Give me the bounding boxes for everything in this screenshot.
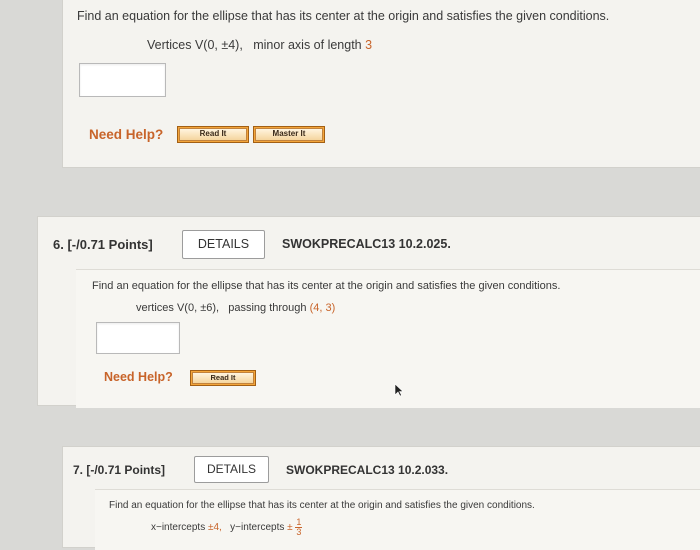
question-6-card: 6. [-/0.71 Points] DETAILS SWOKPRECALC13… bbox=[37, 216, 700, 408]
q6-number: 6. bbox=[53, 237, 64, 252]
q6-read-it-button[interactable]: Read It bbox=[190, 370, 256, 386]
q5-prompt: Find an equation for the ellipse that ha… bbox=[77, 9, 610, 23]
q5-conditions: Vertices V(0, ±4), minor axis of length … bbox=[147, 38, 372, 52]
q7-y-sign: ± bbox=[287, 522, 293, 534]
q6-body: Find an equation for the ellipse that ha… bbox=[76, 269, 700, 408]
q6-code: SWOKPRECALC13 10.2.025. bbox=[282, 237, 451, 251]
q5-vertices-value: V(0, ±4), bbox=[194, 38, 243, 52]
q5-minor-value: 3 bbox=[365, 38, 373, 52]
q7-header: 7. [-/0.71 Points] bbox=[73, 463, 165, 477]
q5-master-it-button[interactable]: Master It bbox=[253, 126, 325, 143]
q7-code: SWOKPRECALC13 10.2.033. bbox=[286, 463, 449, 477]
q5-vertices-label: Vertices bbox=[147, 38, 192, 52]
q5-master-it-label: Master It bbox=[255, 128, 323, 141]
q5-need-help: Need Help? bbox=[89, 127, 164, 142]
q5-answer-input[interactable] bbox=[79, 63, 166, 97]
q6-vertices-value: V(0, ±6), bbox=[176, 302, 220, 314]
question-5-card: Find an equation for the ellipse that ha… bbox=[62, 0, 700, 168]
question-7-card: 7. [-/0.71 Points] DETAILS SWOKPRECALC13… bbox=[62, 446, 700, 550]
q7-conditions: x−intercepts ±4, y−intercepts ± 1 3 bbox=[151, 518, 303, 537]
q6-read-it-label: Read It bbox=[192, 372, 254, 384]
q5-minor-label: minor axis of length bbox=[253, 38, 362, 52]
q6-points: [-/0.71 Points] bbox=[67, 237, 153, 252]
q7-points: [-/0.71 Points] bbox=[86, 463, 166, 477]
q7-x-label: x−intercepts bbox=[151, 522, 206, 534]
q6-passing-value: (4, 3) bbox=[309, 302, 336, 314]
q6-header: 6. [-/0.71 Points] bbox=[53, 237, 153, 252]
q7-body: Find an equation for the ellipse that ha… bbox=[95, 489, 700, 550]
q5-read-it-button[interactable]: Read It bbox=[177, 126, 249, 143]
q7-number: 7. bbox=[73, 463, 84, 477]
mouse-pointer-icon bbox=[394, 383, 404, 397]
q7-x-value: ±4, bbox=[207, 522, 222, 534]
q7-y-label: y−intercepts bbox=[230, 522, 285, 534]
q7-details-button[interactable]: DETAILS bbox=[194, 456, 269, 483]
q6-prompt: Find an equation for the ellipse that ha… bbox=[92, 280, 561, 292]
q6-vertices-label: vertices bbox=[136, 302, 174, 314]
q6-answer-input[interactable] bbox=[96, 322, 180, 354]
q6-need-help: Need Help? bbox=[104, 370, 173, 384]
q6-conditions: vertices V(0, ±6), passing through (4, 3… bbox=[136, 302, 335, 314]
q7-y-fraction: 1 3 bbox=[295, 518, 303, 537]
q6-details-button[interactable]: DETAILS bbox=[182, 230, 265, 259]
q7-y-denominator: 3 bbox=[296, 527, 302, 537]
q5-read-it-label: Read It bbox=[179, 128, 247, 141]
q7-prompt: Find an equation for the ellipse that ha… bbox=[109, 500, 535, 511]
q6-passing-label: passing through bbox=[228, 302, 307, 314]
